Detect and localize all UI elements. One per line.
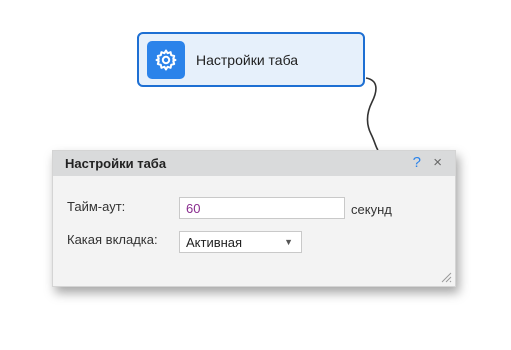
timeout-label: Тайм-аут: [67,199,126,214]
action-node[interactable]: Настройки таба [137,32,365,87]
settings-dialog: Настройки таба ? × Тайм-аут: 60 секунд К… [52,150,456,287]
gear-icon [147,40,185,79]
timeout-input[interactable]: 60 [179,197,345,219]
dialog-title: Настройки таба [65,156,167,171]
resize-grip-icon[interactable] [440,271,452,283]
chevron-down-icon: ▼ [284,237,293,247]
tab-select-value: Активная [186,234,243,250]
tab-select[interactable]: Активная ▼ [179,231,302,253]
dialog-header[interactable]: Настройки таба ? × [53,151,455,176]
node-label: Настройки таба [196,51,299,68]
help-button[interactable]: ? [413,154,421,171]
close-button[interactable]: × [433,154,442,171]
timeout-unit: секунд [351,202,392,217]
tab-label: Какая вкладка: [67,232,158,247]
